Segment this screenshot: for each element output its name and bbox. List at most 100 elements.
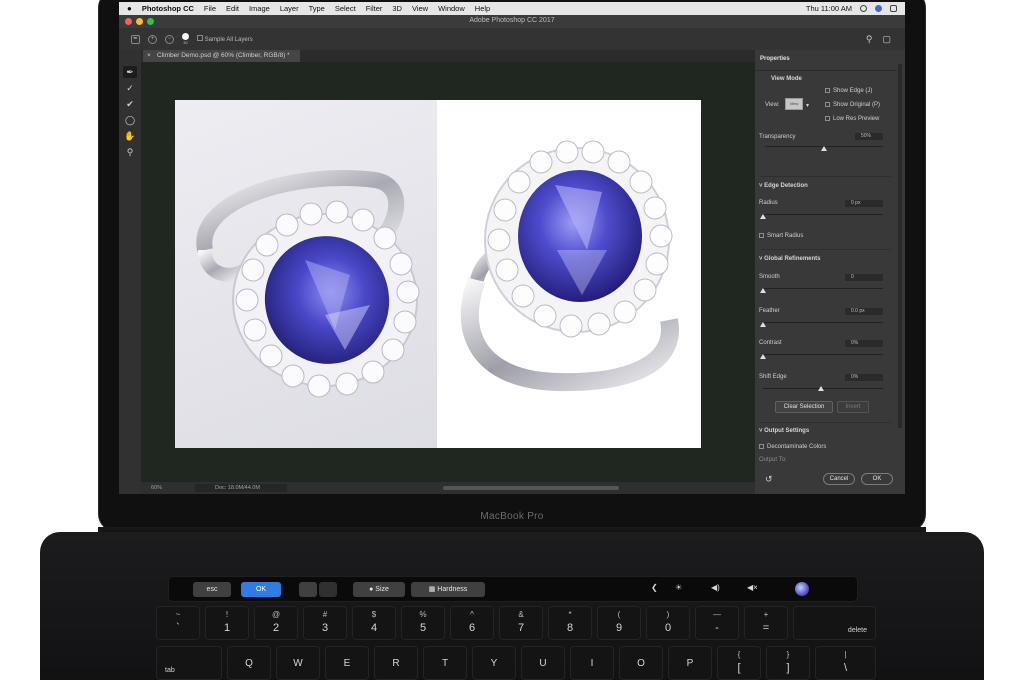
menu-edit[interactable]: Edit [226,4,239,13]
feather-slider[interactable] [763,322,883,323]
view-mode-picker[interactable]: View [785,98,803,110]
key-2-2[interactable]: @2 [254,606,298,640]
key-delete[interactable]: delete [793,606,876,640]
show-edge-option[interactable]: Show Edge (J) [825,88,872,94]
decontaminate-colors-option[interactable]: Decontaminate Colors [759,444,826,450]
radius-slider[interactable] [763,214,883,215]
menu-window[interactable]: Window [438,4,465,13]
touchbar-expand-chevron-icon[interactable]: ❮ [651,583,658,592]
transparency-slider-knob[interactable] [821,146,827,151]
key-0-10[interactable]: ) 0 [646,606,690,640]
key-y[interactable]: Y [472,646,516,680]
key-backslash[interactable]: | \ [815,646,876,680]
smooth-field[interactable]: 0 [845,274,883,281]
key--11[interactable]: — - [695,606,739,640]
panel-scrollbar[interactable] [898,64,902,428]
shift-edge-field[interactable]: 0% [845,374,883,381]
lasso-tool-icon[interactable]: ◯ [123,114,137,126]
menu-image[interactable]: Image [249,4,270,13]
search-icon[interactable]: ⚲ [866,34,873,45]
key-w[interactable]: W [276,646,320,680]
apple-menu-icon[interactable]: ● [127,4,132,13]
menu-select[interactable]: Select [335,4,356,13]
touchbar-hardness-button[interactable]: ▦ Hardness [411,582,485,597]
siri-icon[interactable] [875,5,882,12]
subtract-from-selection-icon[interactable]: − [165,34,174,44]
contrast-slider[interactable] [763,354,883,355]
key-o[interactable]: O [619,646,663,680]
document-image[interactable] [175,100,701,448]
menu-layer[interactable]: Layer [280,4,299,13]
smart-radius-option[interactable]: Smart Radius [759,233,803,239]
volume-icon[interactable]: ◀) [711,583,720,592]
brightness-icon[interactable]: ☀ [675,583,682,592]
show-original-option[interactable]: Show Original (P) [825,102,880,108]
key-t[interactable]: T [423,646,467,680]
feather-slider-knob[interactable] [760,322,766,327]
key-3-3[interactable]: #3 [303,606,347,640]
touchbar-subtract-mode-button[interactable] [319,582,337,597]
brush-size-picker[interactable]: 30 [182,33,189,45]
zoom-tool-icon[interactable]: ⚲ [123,146,137,158]
key-1-1[interactable]: ! 1 [205,606,249,640]
menubar-clock[interactable]: Thu 11:00 AM [806,4,852,13]
touchbar-size-button[interactable]: ● Size [353,582,405,597]
key-tab[interactable]: tab [156,646,222,680]
key-open-bracket[interactable]: {[ [717,646,761,680]
key-9-9[interactable]: (9 [597,606,641,640]
menu-filter[interactable]: Filter [366,4,383,13]
smooth-slider-knob[interactable] [760,288,766,293]
key-i[interactable]: I [570,646,614,680]
hand-tool-icon[interactable]: ✋ [123,130,137,142]
global-refinements-heading[interactable]: ˅ Global Refinements [759,256,821,262]
sample-all-layers-option[interactable]: Sample All Layers [197,35,253,43]
menu-view[interactable]: View [412,4,428,13]
radius-slider-knob[interactable] [760,214,766,219]
quick-selection-tool-icon[interactable]: ✒ [123,66,137,78]
document-tab[interactable]: × Climber Demo.psd @ 60% (Climber, RGB/8… [143,50,300,62]
key-r[interactable]: R [374,646,418,680]
touchbar-esc-button[interactable]: esc [193,582,231,597]
show-original-checkbox[interactable] [825,102,830,107]
close-tab-icon[interactable]: × [147,50,151,62]
show-edge-checkbox[interactable] [825,88,830,93]
brush-tool-preset-icon[interactable]: ✒ [131,34,140,44]
spotlight-icon[interactable] [860,5,867,12]
transparency-field[interactable]: 50% [855,133,883,140]
chevron-down-icon[interactable]: ▾ [806,102,809,109]
key-p[interactable]: P [668,646,712,680]
add-to-selection-icon[interactable]: + [148,34,157,44]
ok-button[interactable]: OK [861,473,893,485]
workspace-switcher-icon[interactable]: ▢ [882,34,891,45]
touchbar-ok-button[interactable]: OK [241,582,281,597]
key-5-5[interactable]: % 5 [401,606,445,640]
key-8-8[interactable]: * 8 [548,606,592,640]
menu-type[interactable]: Type [309,4,325,13]
zoom-level[interactable]: 60% [151,485,162,491]
feather-field[interactable]: 0.0 px [845,308,883,315]
key-4-4[interactable]: $4 [352,606,396,640]
contrast-field[interactable]: 0% [845,340,883,347]
radius-field[interactable]: 0 px [845,200,883,207]
edge-detection-heading[interactable]: ˅ Edge Detection [759,183,808,189]
clear-selection-button[interactable]: Clear Selection [775,401,833,413]
reset-icon[interactable]: ↺ [765,474,773,485]
key--12[interactable]: + = [744,606,788,640]
horizontal-scrollbar[interactable] [443,486,619,490]
notification-center-icon[interactable] [890,5,897,12]
smooth-slider[interactable] [763,288,883,289]
key-e[interactable]: E [325,646,369,680]
refine-edge-brush-icon[interactable]: ✓ [123,82,137,94]
smart-radius-checkbox[interactable] [759,233,764,238]
key-7-7[interactable]: & 7 [499,606,543,640]
menu-help[interactable]: Help [475,4,490,13]
low-res-preview-option[interactable]: Low Res Preview [825,116,879,122]
key-6-6[interactable]: ^ 6 [450,606,494,640]
menu-file[interactable]: File [204,4,216,13]
contrast-slider-knob[interactable] [760,354,766,359]
canvas-area[interactable] [141,62,755,482]
menu-3d[interactable]: 3D [392,4,402,13]
siri-icon[interactable] [795,582,809,596]
decontaminate-colors-checkbox[interactable] [759,444,764,449]
document-size-info[interactable]: Doc: 18.0M/44.0M [195,484,287,492]
